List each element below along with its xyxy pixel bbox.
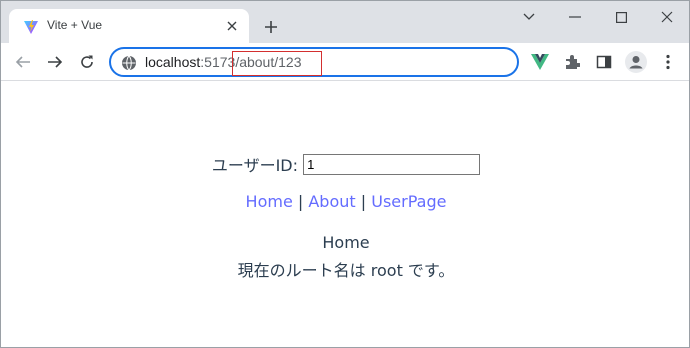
minimize-icon[interactable] bbox=[552, 3, 598, 31]
url-host: localhost bbox=[145, 54, 201, 70]
browser-toolbar: localhost:5173/about/123 bbox=[1, 43, 689, 81]
maximize-icon[interactable] bbox=[598, 3, 644, 31]
back-icon[interactable] bbox=[9, 48, 37, 76]
nav-link-userpage[interactable]: UserPage bbox=[371, 192, 446, 211]
user-id-label: ユーザーID: bbox=[211, 156, 299, 175]
user-id-input[interactable] bbox=[303, 153, 481, 175]
vue-devtools-icon[interactable] bbox=[526, 48, 554, 76]
close-window-icon[interactable] bbox=[644, 3, 689, 31]
url-path-highlight bbox=[232, 51, 322, 76]
route-name-text: 現在のルート名は root です。 bbox=[237, 261, 455, 280]
chevron-down-icon[interactable] bbox=[506, 3, 552, 31]
address-bar[interactable]: localhost:5173/about/123 bbox=[109, 47, 519, 77]
menu-icon[interactable] bbox=[654, 48, 682, 76]
plus-icon[interactable] bbox=[259, 15, 283, 39]
view-title: Home bbox=[322, 233, 370, 252]
nav-separator: | bbox=[360, 192, 367, 211]
tab-active[interactable]: Vite + Vue bbox=[9, 9, 249, 43]
nav-links: Home | About | UserPage bbox=[1, 192, 689, 211]
nav-separator: | bbox=[297, 192, 304, 211]
tab-strip: Vite + Vue bbox=[1, 1, 689, 43]
vite-logo-icon bbox=[24, 20, 38, 34]
reload-icon[interactable] bbox=[73, 48, 101, 76]
browser-window: Vite + Vue localhost:5173/about/123 ユーザー… bbox=[0, 0, 690, 348]
page-content: ユーザーID: Home | About | UserPage Home 現在の… bbox=[1, 82, 689, 347]
url-port: :5173 bbox=[200, 54, 236, 70]
tab-title: Vite + Vue bbox=[47, 18, 103, 32]
profile-icon[interactable] bbox=[622, 48, 650, 76]
close-icon[interactable] bbox=[223, 17, 241, 35]
side-panel-icon[interactable] bbox=[590, 48, 618, 76]
nav-link-home[interactable]: Home bbox=[246, 192, 293, 211]
site-info-icon[interactable] bbox=[121, 55, 137, 71]
nav-link-about[interactable]: About bbox=[308, 192, 355, 211]
user-id-row: ユーザーID: bbox=[1, 152, 689, 176]
extensions-icon[interactable] bbox=[558, 48, 586, 76]
forward-icon[interactable] bbox=[41, 48, 69, 76]
